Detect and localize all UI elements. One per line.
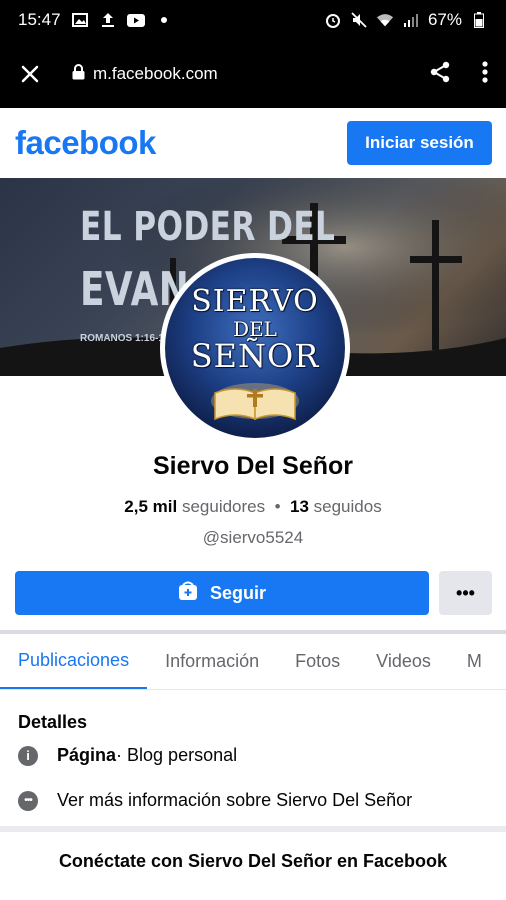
footer-divider [0, 826, 506, 832]
more-info-link[interactable]: Ver más información sobre Siervo Del Señ… [57, 790, 412, 811]
info-icon: i [18, 745, 38, 766]
detail-more-info[interactable]: ••• Ver más información sobre Siervo Del… [18, 790, 412, 811]
login-button[interactable]: Iniciar sesión [347, 121, 492, 165]
battery-percent: 67% [427, 10, 462, 29]
following-count: 13 [289, 497, 309, 516]
tab-publicaciones[interactable]: Publicaciones [0, 634, 148, 689]
more-options-button[interactable]: ••• [439, 571, 492, 615]
overflow-menu-icon[interactable] [482, 60, 488, 88]
upload-icon [99, 11, 117, 29]
connect-banner: Conéctate con Siervo Del Señor en Facebo… [58, 851, 448, 871]
gallery-icon [71, 11, 89, 29]
wifi-icon [376, 11, 394, 29]
stats-separator: • [274, 497, 281, 516]
page-name: Siervo Del Señor [152, 452, 354, 480]
cover-reference: ROMANOS 1:16-17 [80, 333, 170, 344]
followers-label[interactable]: seguidores [182, 497, 265, 516]
profile-picture[interactable]: SIERVO DEL SEÑOR [160, 253, 350, 443]
follow-icon [178, 581, 198, 606]
profile-picture-art: SIERVO DEL SEÑOR [165, 258, 345, 438]
lock-icon [72, 63, 85, 85]
follow-button[interactable]: Seguir [15, 571, 429, 615]
tab-informacion[interactable]: Información [147, 634, 277, 689]
details-heading: Detalles [18, 712, 88, 732]
page-handle: @siervo5524 [202, 528, 304, 547]
close-icon[interactable] [18, 62, 42, 86]
more-dots-icon: ••• [18, 790, 38, 811]
youtube-icon [126, 11, 145, 29]
clock: 15:47 [18, 10, 61, 29]
page-category: · Blog personal [116, 745, 238, 765]
address-bar[interactable]: m.facebook.com [72, 63, 218, 85]
cover-title-line1: EL PODER DEL [80, 204, 336, 250]
avatar-text-line3: SEÑOR [190, 337, 320, 375]
tab-videos[interactable]: Videos [358, 634, 449, 689]
share-icon[interactable] [428, 60, 452, 89]
mute-icon [350, 11, 368, 29]
follow-label: Seguir [209, 582, 266, 603]
page-tabs: Publicaciones Información Fotos Videos M [0, 634, 506, 690]
page-label: Página [57, 745, 117, 765]
browser-toolbar: m.facebook.com [0, 40, 506, 108]
avatar-text-line1: SIERVO [191, 284, 319, 319]
alarm-icon [324, 11, 342, 29]
followers-count: 2,5 mil [124, 497, 178, 516]
status-bar: 15:47 67% [0, 0, 506, 40]
notification-dot-icon [155, 11, 173, 29]
open-bible-icon [211, 383, 299, 421]
url-text: m.facebook.com [93, 64, 218, 83]
following-label[interactable]: seguidos [314, 497, 382, 516]
tab-fotos[interactable]: Fotos [277, 634, 358, 689]
facebook-logo[interactable]: facebook [15, 124, 156, 162]
facebook-header: facebook Iniciar sesión [0, 108, 506, 178]
tab-more-partial[interactable]: M [449, 634, 500, 689]
detail-page-category: i Página · Blog personal [18, 745, 237, 766]
follow-stats: 2,5 mil seguidores • 13 seguidos [0, 497, 506, 517]
battery-icon [470, 11, 488, 29]
signal-icon [402, 11, 420, 29]
